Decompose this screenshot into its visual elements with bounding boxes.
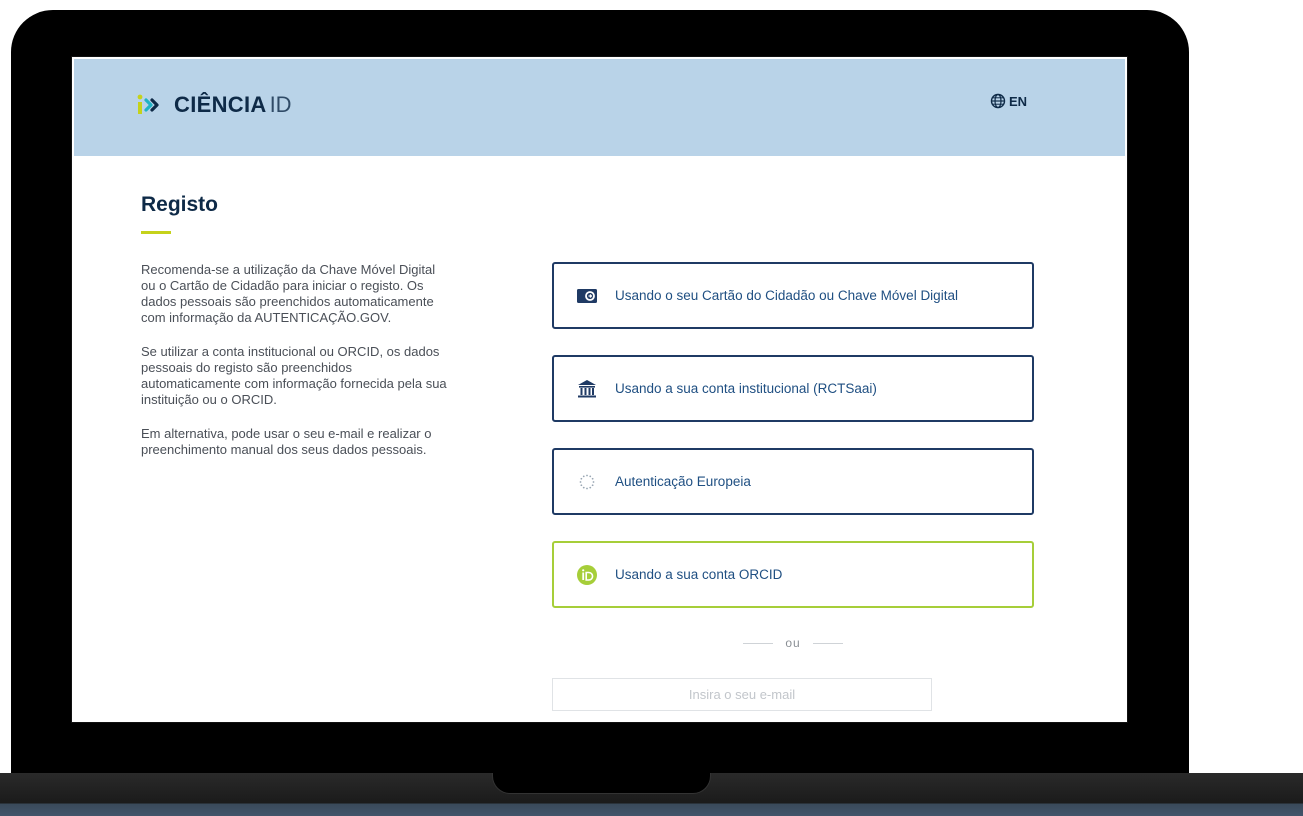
- laptop-screen: CIÊNCIA ID EN Registo Recomenda-se a uti…: [71, 56, 1128, 723]
- institution-icon: [576, 378, 598, 400]
- divider-line: [743, 643, 774, 645]
- institutional-login-button[interactable]: Usando a sua conta institucional (RCTSaa…: [552, 355, 1034, 422]
- intro-text: Recomenda-se a utilização da Chave Móvel…: [141, 262, 451, 476]
- logo-text: CIÊNCIA: [174, 92, 267, 117]
- login-options: Usando o seu Cartão do Cidadão ou Chave …: [552, 262, 1034, 634]
- european-auth-button[interactable]: Autenticação Europeia: [552, 448, 1034, 515]
- option-label: Usando a sua conta institucional (RCTSaa…: [615, 381, 877, 396]
- logo-mark-icon: [136, 94, 166, 116]
- or-divider: ou: [552, 636, 1034, 650]
- page-title: Registo: [141, 193, 219, 216]
- intro-paragraph: Recomenda-se a utilização da Chave Móvel…: [141, 262, 436, 325]
- intro-paragraph: Se utilizar a conta institucional ou ORC…: [141, 344, 447, 407]
- citizen-card-icon: [576, 285, 598, 307]
- option-label: Usando o seu Cartão do Cidadão ou Chave …: [615, 288, 958, 303]
- globe-icon: [990, 93, 1006, 109]
- site-header: CIÊNCIA ID EN: [74, 59, 1125, 156]
- language-label: EN: [1008, 93, 1027, 109]
- logo-suffix: ID: [269, 92, 292, 117]
- divider-line: [812, 643, 843, 645]
- eu-stars-icon: [576, 471, 598, 493]
- orcid-login-button[interactable]: Usando a sua conta ORCID: [552, 541, 1034, 608]
- laptop-notch: [492, 773, 711, 794]
- orcid-icon: [576, 564, 598, 586]
- option-label: Usando a sua conta ORCID: [615, 567, 783, 582]
- divider-text: ou: [785, 636, 801, 650]
- logo[interactable]: CIÊNCIA ID: [136, 92, 292, 118]
- language-switch[interactable]: EN: [990, 93, 1027, 109]
- option-label: Autenticação Europeia: [615, 474, 751, 489]
- intro-paragraph: Em alternativa, pode usar o seu e-mail e…: [141, 426, 432, 457]
- title-underline: [141, 231, 171, 234]
- citizen-card-button[interactable]: Usando o seu Cartão do Cidadão ou Chave …: [552, 262, 1034, 329]
- email-input[interactable]: [552, 678, 932, 711]
